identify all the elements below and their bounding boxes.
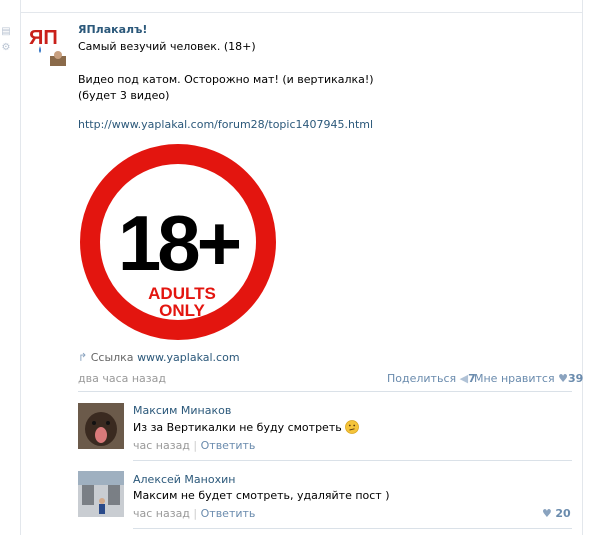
person-photo-icon: [78, 471, 124, 517]
comment-meta: час назад | Ответить: [133, 439, 256, 452]
svg-text:ONLY: ONLY: [159, 301, 205, 320]
like-label: Мне нравится: [474, 372, 555, 385]
post-body-line-2: (будет 3 видео): [78, 89, 170, 102]
megaphone-icon: ◀: [459, 372, 469, 385]
post-link[interactable]: http://www.yaplakal.com/forum28/topic140…: [78, 118, 373, 131]
post-title: Самый везучий человек. (18+): [78, 40, 256, 53]
comment-author[interactable]: Алексей Манохин: [133, 473, 235, 486]
side-menu-icon[interactable]: ▤: [0, 26, 12, 38]
dog-photo-icon: [78, 403, 124, 449]
post-time[interactable]: два часа назад: [78, 372, 166, 385]
heart-icon: ♥: [542, 507, 552, 520]
share-button[interactable]: Поделиться ◀7: [387, 372, 476, 385]
feed-right-border: [582, 0, 583, 535]
comment-time[interactable]: час назад: [133, 439, 190, 452]
post-author-avatar[interactable]: ЯП: [28, 24, 70, 66]
comment-like-count: 20: [555, 507, 571, 520]
attachment-link[interactable]: ↱ Ссылка www.yaplakal.com: [78, 351, 240, 364]
comment-divider: [133, 528, 572, 529]
comment-divider: [133, 460, 572, 461]
svg-text:ЯП: ЯП: [29, 27, 58, 49]
share-label: Поделиться: [387, 372, 457, 385]
reply-button[interactable]: Ответить: [201, 439, 256, 452]
feed-left-border: [20, 0, 21, 535]
reply-button[interactable]: Ответить: [201, 507, 256, 520]
heart-icon: ♥: [558, 372, 568, 385]
attachment-label: Ссылка: [90, 351, 134, 364]
comment-meta: час назад | Ответить: [133, 507, 256, 520]
like-button[interactable]: Мне нравится ♥39: [474, 372, 583, 385]
comment-avatar[interactable]: [78, 471, 124, 517]
post-body-line-1: Видео под катом. Осторожно мат! (и верти…: [78, 73, 374, 86]
comments-divider: [78, 391, 572, 392]
svg-text:18+: 18+: [118, 199, 240, 287]
comment-text: Максим не будет смотреть, удаляйте пост …: [133, 489, 390, 502]
comment-author[interactable]: Максим Минаков: [133, 404, 231, 417]
feed-top-border: [20, 12, 583, 13]
post-author-name[interactable]: ЯПлакалъ!: [78, 23, 147, 36]
attachment-domain[interactable]: www.yaplakal.com: [137, 351, 239, 364]
comment-text-body: Из за Вертикалки не буду смотреть: [133, 421, 342, 434]
confused-face-icon: [345, 420, 360, 434]
yaplakal-logo-icon: ЯП: [28, 24, 70, 66]
adults-only-sign-icon: 18+ ADULTS ONLY: [80, 144, 276, 340]
comment-text: Из за Вертикалки не буду смотреть: [133, 420, 360, 434]
post-image[interactable]: 18+ ADULTS ONLY: [78, 142, 278, 342]
like-count: 39: [567, 372, 584, 385]
comment-like-button[interactable]: ♥ 20: [542, 507, 571, 520]
comment-avatar[interactable]: [78, 403, 124, 449]
share-arrow-icon: ↱: [78, 351, 88, 364]
side-settings-icon[interactable]: ⚙: [0, 42, 12, 54]
comment-time[interactable]: час назад: [133, 507, 190, 520]
